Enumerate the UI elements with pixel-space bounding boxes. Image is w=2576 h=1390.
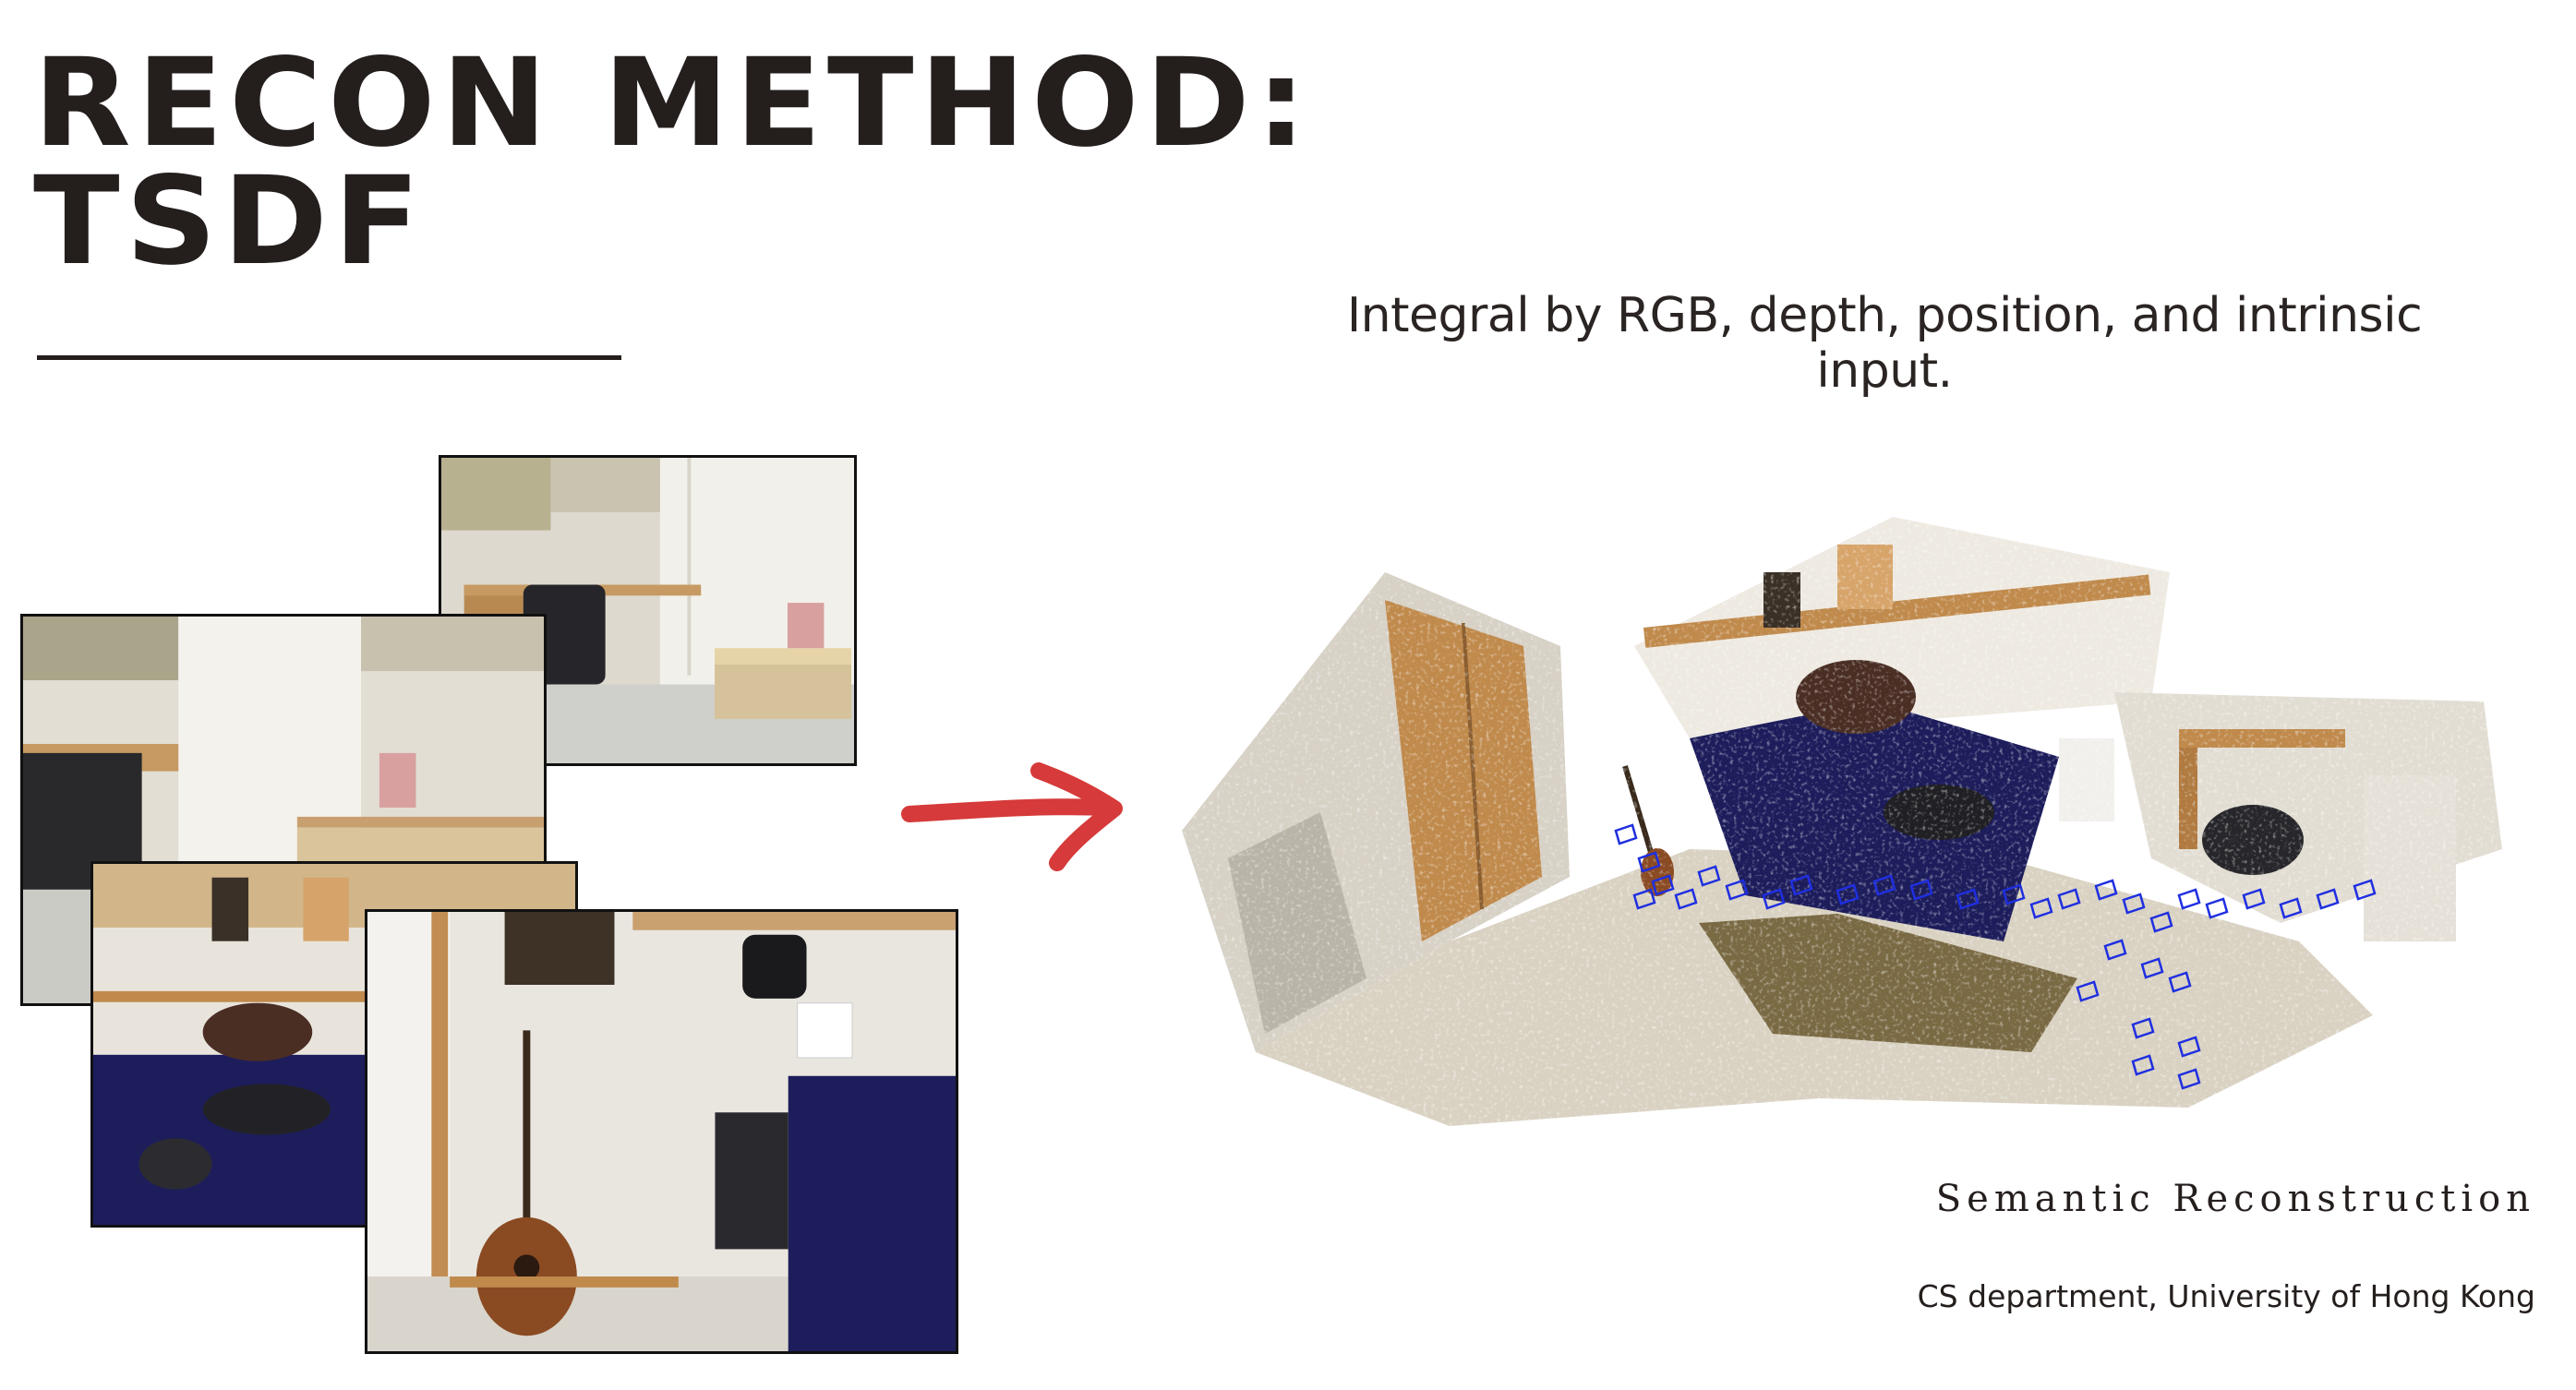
title-underline [37,355,621,360]
slide-title-line-2: TSDF [33,150,427,293]
tsdf-reconstruction-image [1173,461,2521,1126]
footer-project-title: Semantic Reconstruction [1935,1178,2535,1220]
slide-subtitle: Integral by RGB, depth, position, and in… [1346,288,2423,399]
footer-organization: CS department, University of Hong Kong [1917,1278,2535,1314]
arrow-right-icon [901,762,1123,871]
slide-title: RECON METHOD: TSDF [33,32,1313,293]
slide-title-line-1: RECON METHOD: [33,32,1313,174]
input-photo-guitar [365,909,958,1354]
